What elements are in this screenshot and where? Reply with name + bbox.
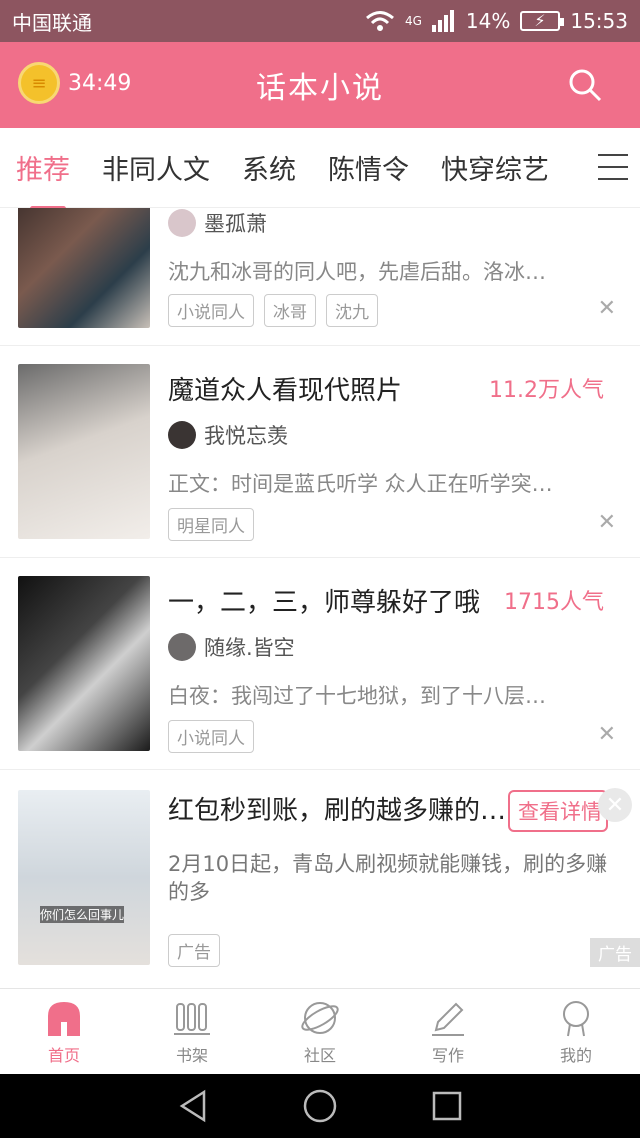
tag[interactable]: 明星同人	[168, 508, 254, 541]
nav-community[interactable]: 社区	[256, 989, 384, 1074]
recent-apps-icon[interactable]	[432, 1091, 462, 1121]
tab-system[interactable]: 系统	[226, 148, 312, 187]
ad-badge: 广告	[590, 938, 640, 967]
story-card[interactable]: 墨孤萧 沈九和冰哥的同人吧，先虐后甜。洛冰… 小说同人 冰哥 沈九 ✕	[0, 208, 640, 346]
app-bar: ≡ 34:49 话本小说	[0, 42, 640, 128]
avatar	[168, 633, 196, 661]
tag-list: 明星同人	[168, 508, 254, 541]
nav-label: 我的	[559, 1045, 592, 1065]
wifi-icon	[366, 11, 394, 31]
home-circle-icon[interactable]	[303, 1089, 337, 1123]
story-card[interactable]: 魔道众人看现代照片 11.2万人气 我悦忘羡 正文：时间是蓝氏听学 众人正在听学…	[0, 346, 640, 558]
close-icon[interactable]: ✕	[598, 510, 616, 535]
story-description: 白夜：我闯过了十七地狱，到了十八层…	[168, 684, 546, 708]
pencil-icon	[432, 1002, 464, 1036]
search-icon[interactable]	[568, 68, 602, 102]
nav-label: 社区	[303, 1045, 336, 1065]
coin-icon: ≡	[18, 62, 60, 104]
author-name: 我悦忘羡	[204, 424, 288, 448]
cover-image	[18, 364, 150, 539]
network-type: 4G	[404, 14, 422, 28]
cover-image	[18, 208, 150, 328]
tab-non-fanfic[interactable]: 非同人文	[86, 148, 226, 187]
back-icon[interactable]	[178, 1089, 208, 1123]
author-name: 随缘.皆空	[204, 636, 295, 660]
tab-recommend[interactable]: 推荐	[0, 148, 86, 211]
ad-image-caption: 你们怎么回事儿	[40, 906, 125, 923]
cover-image	[18, 576, 150, 751]
avatar	[168, 421, 196, 449]
menu-icon[interactable]	[598, 154, 628, 180]
story-feed: 墨孤萧 沈九和冰哥的同人吧，先虐后甜。洛冰… 小说同人 冰哥 沈九 ✕ 魔道众人…	[0, 208, 640, 988]
system-nav-bar	[0, 1074, 640, 1138]
planet-icon	[301, 1001, 339, 1034]
view-details-button[interactable]: 查看详情	[508, 790, 608, 832]
tab-chen-qing-ling[interactable]: 陈情令	[312, 148, 425, 187]
nav-bookshelf[interactable]: 书架	[128, 989, 256, 1074]
story-description: 沈九和冰哥的同人吧，先虐后甜。洛冰…	[168, 260, 546, 284]
timer-value: 34:49	[68, 70, 132, 96]
nav-label: 写作	[431, 1045, 464, 1065]
app-title: 话本小说	[256, 71, 384, 106]
tag-list: 小说同人 冰哥 沈九	[168, 294, 378, 327]
reading-timer[interactable]: ≡ 34:49	[18, 62, 131, 104]
carrier-name: 中国联通	[12, 10, 92, 35]
nav-write[interactable]: 写作	[384, 989, 512, 1074]
ad-description: 2月10日起，青岛人刷视频就能赚钱，刷的多赚的多	[168, 852, 608, 904]
battery-icon: ⚡	[520, 11, 565, 31]
tag[interactable]: 小说同人	[168, 720, 254, 753]
tag[interactable]: 小说同人	[168, 294, 254, 327]
nav-label: 书架	[175, 1045, 208, 1065]
author[interactable]: 我悦忘羡	[168, 420, 288, 450]
ad-title: 红包秒到账，刷的越多赚的…	[168, 796, 506, 826]
author[interactable]: 随缘.皆空	[168, 632, 295, 662]
category-tabs: 推荐 非同人文 系统 陈情令 快穿综艺	[0, 128, 640, 211]
story-card[interactable]: 一，二，三，师尊躲好了哦 1715人气 随缘.皆空 白夜：我闯过了十七地狱，到了…	[0, 558, 640, 770]
ad-tag: 广告	[168, 934, 220, 967]
story-title: 一，二，三，师尊躲好了哦	[168, 588, 481, 618]
bottom-nav: 首页 书架 社区 写作 我的	[0, 988, 640, 1074]
popularity: 11.2万人气	[489, 378, 604, 403]
nav-label: 首页	[47, 1045, 80, 1065]
tab-quick-transmigration[interactable]: 快穿综艺	[425, 148, 565, 187]
nav-profile[interactable]: 我的	[512, 989, 640, 1074]
tag[interactable]: 沈九	[326, 294, 378, 327]
story-title: 魔道众人看现代照片	[168, 376, 403, 406]
popularity: 1715人气	[504, 590, 604, 615]
bookshelf-icon	[174, 1002, 210, 1035]
battery-percent: 14%	[465, 9, 511, 33]
close-icon[interactable]: ✕	[598, 722, 616, 747]
ad-card[interactable]: 你们怎么回事儿 红包秒到账，刷的越多赚的… 查看详情 ✕ 2月10日起，青岛人刷…	[0, 770, 640, 988]
avatar	[168, 209, 196, 237]
author-name: 墨孤萧	[204, 212, 267, 236]
ad-image: 你们怎么回事儿	[18, 790, 150, 965]
clock: 15:53	[570, 9, 628, 33]
home-icon	[48, 1001, 80, 1036]
tag[interactable]: 冰哥	[264, 294, 316, 327]
author[interactable]: 墨孤萧	[168, 208, 267, 238]
profile-icon	[563, 1000, 589, 1036]
story-description: 正文：时间是蓝氏听学 众人正在听学突…	[168, 472, 553, 496]
signal-icon	[431, 10, 454, 32]
close-icon[interactable]: ✕	[598, 788, 632, 822]
tag-list: 小说同人	[168, 720, 254, 753]
status-bar: 中国联通 4G 14% ⚡ 15:53	[0, 0, 640, 42]
close-icon[interactable]: ✕	[598, 296, 616, 321]
nav-home[interactable]: 首页	[0, 989, 128, 1074]
status-icons: 4G 14% ⚡ 15:53	[365, 9, 628, 33]
